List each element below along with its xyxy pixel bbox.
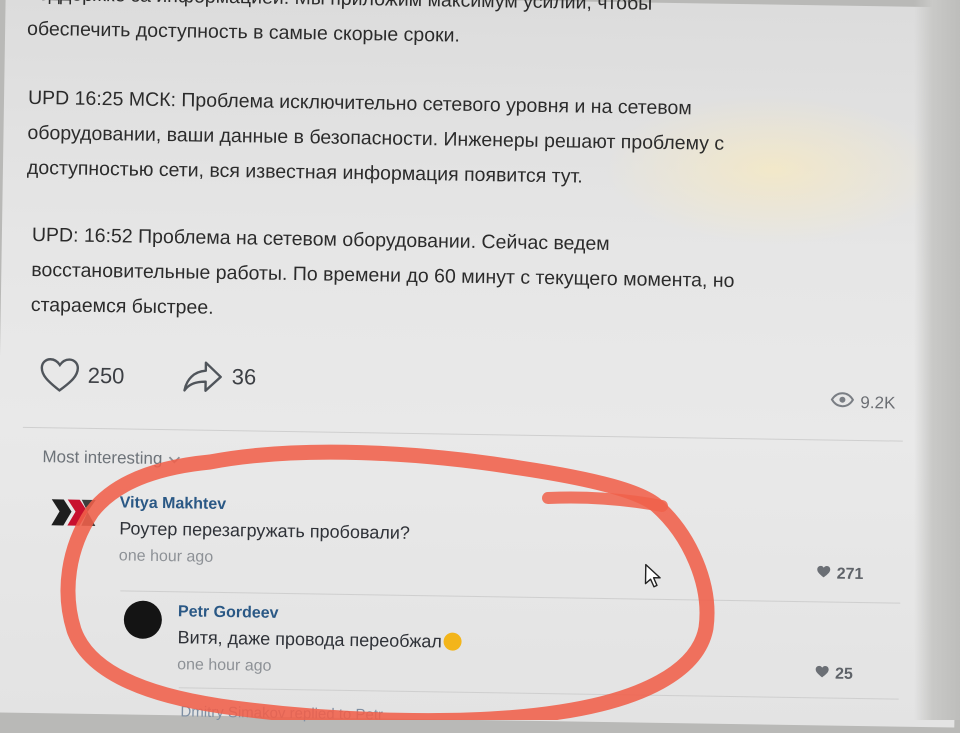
monitor-edge xyxy=(914,0,960,720)
avatar[interactable] xyxy=(49,493,100,534)
laughing-emoji-icon xyxy=(443,632,463,651)
post-body: поддержке за информацией. Мы приложим ма… xyxy=(22,0,908,373)
mouse-cursor-icon xyxy=(643,563,663,594)
comment-text-content: Витя, даже провода переобжал xyxy=(177,627,443,652)
comment-reply: Petr Gordeev Витя, даже провода переобжа… xyxy=(177,603,878,685)
views-count: 9.2K xyxy=(860,392,896,413)
share-button[interactable]: 36 xyxy=(181,359,256,394)
comment-author[interactable]: Petr Gordeev xyxy=(178,603,878,632)
comment-like-count: 25 xyxy=(834,665,854,683)
views-counter: 9.2K xyxy=(830,392,896,414)
comment-text: Роутер перезагружать пробовали? xyxy=(119,518,411,543)
comments-sort-dropdown[interactable]: Most interesting xyxy=(42,447,181,469)
comment-time[interactable]: one hour ago xyxy=(177,656,877,685)
comment: Vitya Makhtev Роутер перезагружать пробо… xyxy=(119,494,880,577)
like-button[interactable]: 250 xyxy=(39,357,125,394)
sort-label: Most interesting xyxy=(42,447,163,469)
comment-like-button[interactable]: 25 xyxy=(815,665,853,684)
collapsed-reply-link[interactable]: Dmitry Simakov replied to Petr xyxy=(180,703,383,723)
share-count: 36 xyxy=(231,364,257,390)
divider xyxy=(120,590,901,604)
comment-text: Витя, даже провода переобжал xyxy=(177,627,877,659)
comment-like-count: 271 xyxy=(836,565,864,584)
like-count: 250 xyxy=(87,362,125,389)
divider xyxy=(22,426,903,442)
heart-outline-icon xyxy=(39,357,80,394)
eye-icon xyxy=(830,392,855,413)
comment-time[interactable]: one hour ago xyxy=(119,547,879,577)
chevron-down-icon xyxy=(168,449,181,469)
comment-like-button[interactable]: 271 xyxy=(817,565,864,584)
vk-post-screen: поддержке за информацией. Мы приложим ма… xyxy=(0,0,960,728)
avatar[interactable] xyxy=(123,600,163,640)
jk-logo-icon xyxy=(51,499,96,526)
divider xyxy=(178,687,899,700)
share-arrow-icon xyxy=(181,359,224,394)
heart-icon xyxy=(817,565,831,583)
heart-icon xyxy=(815,665,829,683)
